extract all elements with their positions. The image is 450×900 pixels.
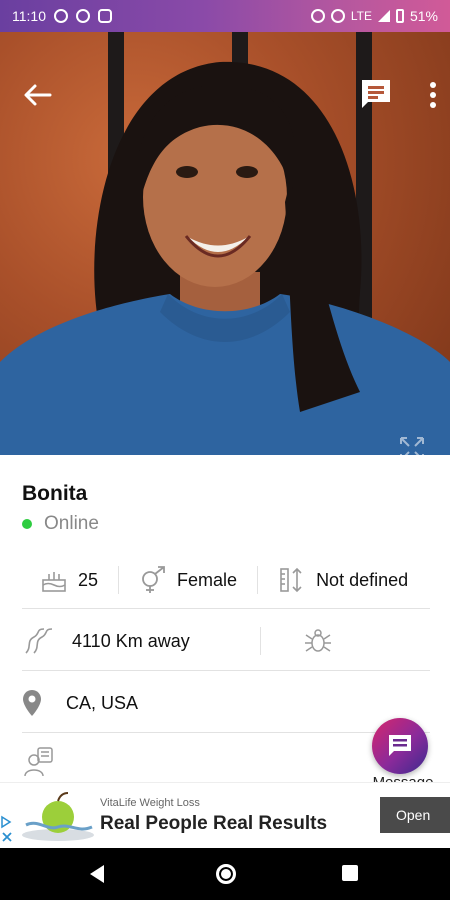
camera-icon: [98, 9, 112, 23]
profile-name: Bonita: [22, 482, 88, 505]
location-value: CA, USA: [66, 692, 139, 713]
navigation-bar: [0, 848, 450, 900]
location-pin-icon: [23, 690, 41, 716]
battery-percent: 51%: [409, 8, 438, 24]
route-icon: [25, 628, 53, 654]
ad-choices-icon[interactable]: [0, 813, 14, 845]
profile-photo[interactable]: [0, 32, 450, 455]
height-value: Not defined: [316, 569, 409, 590]
shield-icon: [76, 9, 90, 23]
gender-icon: [142, 566, 165, 593]
distance-row: 4110 Km away: [22, 622, 430, 660]
message-button[interactable]: [372, 718, 428, 774]
divider: [257, 566, 259, 594]
divider: [22, 608, 430, 609]
divider: [22, 670, 430, 671]
expand-icon[interactable]: [398, 435, 426, 455]
nav-home-icon[interactable]: [216, 864, 236, 884]
ad-headline[interactable]: Real People Real Results: [100, 813, 327, 835]
online-status-label: Online: [44, 513, 99, 534]
ad-open-button[interactable]: Open: [380, 797, 450, 833]
chat-icon[interactable]: [360, 78, 392, 110]
p-icon: [54, 9, 68, 23]
person-note-icon: [24, 747, 53, 777]
message-icon: [389, 735, 411, 756]
gender-value: Female: [177, 569, 238, 590]
divider: [118, 566, 120, 594]
height-icon: [280, 567, 302, 593]
alarm-icon: [310, 9, 325, 23]
height-cell: Not defined: [278, 566, 408, 594]
more-options-icon[interactable]: [426, 80, 440, 110]
dnd-icon: [330, 9, 345, 23]
ad-apple-image: [22, 792, 94, 841]
age-value: 25: [78, 569, 99, 590]
divider: [259, 627, 261, 655]
battery-icon: [395, 9, 404, 23]
divider: [22, 732, 430, 733]
ad-sponsor: VitaLife Weight Loss: [100, 797, 200, 809]
nav-back-icon[interactable]: [90, 865, 104, 883]
nav-recents-icon[interactable]: [342, 865, 358, 881]
distance-value: 4110 Km away: [72, 630, 190, 651]
online-status: Online: [22, 513, 99, 535]
network-type: LTE: [350, 9, 372, 23]
status-bar: 11:10 LTE 51%: [0, 0, 450, 32]
online-dot-icon: [22, 519, 32, 529]
zodiac-icon: [304, 629, 331, 652]
gender-cell: Female: [139, 566, 237, 594]
age-cell: 25: [40, 566, 98, 594]
ad-banner[interactable]: VitaLife Weight Loss Real People Real Re…: [0, 782, 450, 848]
profile-info-row: 25 Female Not defined: [22, 562, 430, 598]
signal-icon: [377, 10, 390, 22]
back-arrow-icon[interactable]: [22, 82, 52, 108]
birthday-cake-icon: [42, 572, 66, 592]
location-row: CA, USA: [22, 686, 430, 720]
status-time: 11:10: [12, 8, 46, 24]
